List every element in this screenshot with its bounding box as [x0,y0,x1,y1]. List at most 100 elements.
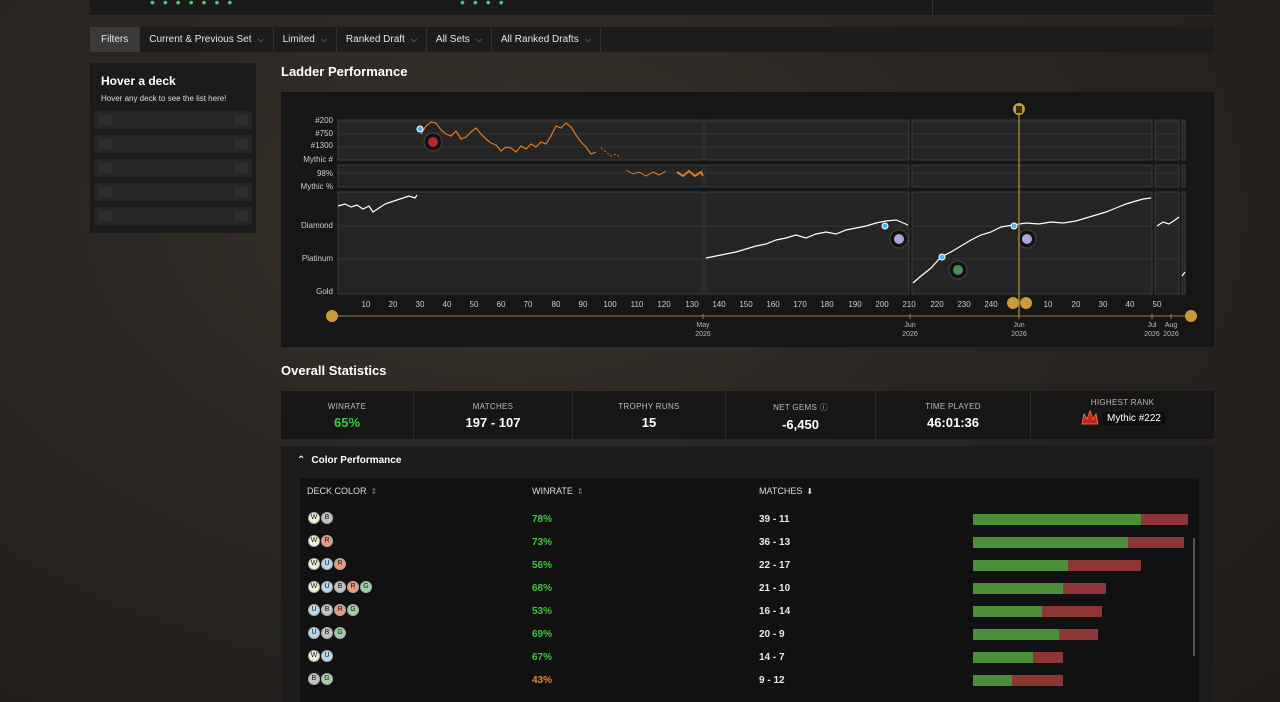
filters-button[interactable]: Filters [90,27,141,52]
deck-color-pips: UBG [308,627,347,639]
table-row[interactable]: W U R 56% 22 - 17 [300,554,1192,577]
timeline-year-label: 2026 [902,331,918,338]
chart-panel-bg [1154,191,1180,295]
deck-placeholder-row [94,111,252,129]
row-matches: 22 - 17 [759,560,791,571]
mana-w-icon: W [308,650,320,662]
x-tick-label: 190 [848,300,862,309]
deck-color-pips: UBRG [308,604,360,616]
chart-panel-bg [337,191,704,295]
decorative-dots: •••• [460,0,512,10]
mana-g-icon: G [360,581,372,593]
losses-segment [1059,629,1098,640]
mythic-rank-icon [1081,410,1099,425]
wins-segment [973,560,1068,571]
winloss-bar [973,583,1107,594]
mana-b-icon: B [308,673,320,685]
sort-icon: ⇕ [370,487,378,496]
deck-placeholder-row [94,159,252,177]
wins-segment [973,652,1034,663]
x-tick-label: 80 [552,300,561,309]
filter-drafts[interactable]: All Ranked Drafts ⌵ [492,27,601,52]
timeline-month-label: Jun [1013,322,1024,329]
deck-color-pips: WUBRG [308,581,373,593]
row-winrate: 67% [532,652,553,663]
data-point-dot [1010,222,1018,230]
deck-marker-emblem [1022,234,1032,244]
table-row[interactable]: B G 43% 9 - 12 [300,669,1192,692]
table-scrollbar[interactable] [1193,538,1195,656]
chart-panel-bg [704,119,910,161]
mana-r-icon: R [321,535,333,547]
stat-label: WINRATE [327,402,367,411]
stat-value: 197 - 107 [465,415,521,430]
table-row[interactable]: W U 67% 14 - 7 [300,646,1192,669]
stat-time-played: TIME PLAYED 46:01:36 [876,391,1031,439]
cursor-handle-glyph [1016,106,1022,113]
mana-b-icon: B [321,627,333,639]
sort-desc-icon: ⬇ [806,487,814,496]
x-tick-label: 120 [657,300,671,309]
table-row[interactable]: W B 78% 39 - 11 [300,508,1192,531]
header-winrate[interactable]: WINRATE ⇕ [532,486,584,496]
x-tick-label: 90 [579,300,588,309]
x-tick-label: 10 [1044,300,1053,309]
x-tick-label: 140 [712,300,726,309]
filter-sets[interactable]: All Sets ⌵ [427,27,492,52]
chart-panel-bg [1154,119,1180,161]
winloss-bar [973,652,1064,663]
x-tick-label: 240 [984,300,998,309]
rank-badge: Mythic #222 [1080,410,1165,426]
ladder-chart[interactable]: #200 #750 #1300 Mythic # 98% Mythic % Diamond P… [281,92,1214,347]
highest-rank-value: Mythic #222 [1103,411,1165,425]
deck-preview-subtitle: Hover any deck to see the list here! [101,94,227,103]
color-performance-toggle[interactable]: ⌃ Color Performance [297,455,401,466]
color-performance-table: DECK COLOR ⇕ WINRATE ⇕ MATCHES ⬇ W B 78% 39 - … [300,478,1199,702]
x-tick-label: 180 [820,300,834,309]
x-tick-label: 230 [957,300,971,309]
timeline-marker-icon [1007,297,1019,309]
timeline-end-handle-icon [1185,310,1197,322]
deck-preview-title: Hover a deck [101,74,176,88]
mana-u-icon: U [321,650,333,662]
deck-marker-emblem [428,137,438,147]
wins-segment [973,537,1128,548]
deck-placeholder-row [94,183,252,201]
timeline-marker-icon [1020,297,1032,309]
row-matches: 36 - 13 [759,537,791,548]
y-label: #200 [315,116,333,125]
filter-format[interactable]: Limited ⌵ [274,27,337,52]
mana-w-icon: W [308,535,320,547]
header-matches[interactable]: MATCHES ⬇ [759,486,813,496]
mana-w-icon: W [308,512,320,524]
chart-panel-bg [337,164,704,188]
table-row[interactable]: W R 73% 36 - 13 [300,531,1192,554]
sort-icon: ⇕ [576,487,584,496]
table-row[interactable]: U B R G 53% 16 - 14 [300,600,1192,623]
timeline-start-handle-icon [326,310,338,322]
filter-format-label: Limited [282,34,315,45]
x-tick-label: 50 [1153,300,1162,309]
table-row[interactable]: W U B R G 68% 21 - 10 [300,577,1192,600]
row-winrate: 78% [532,514,553,525]
wins-segment [973,629,1059,640]
filter-set[interactable]: Current & Previous Set ⌵ [140,27,274,52]
mana-g-icon: G [334,627,346,639]
deck-color-pips: WU [308,650,334,662]
table-row[interactable]: U B G 69% 20 - 9 [300,623,1192,646]
deck-placeholder-list [90,111,256,225]
divider [932,0,933,16]
losses-segment [1011,675,1064,686]
x-tick-label: 30 [416,300,425,309]
chart-panel-bg [1181,191,1186,295]
losses-segment [1041,606,1102,617]
header-deck-color[interactable]: DECK COLOR ⇕ [307,486,377,496]
chart-panel-bg [1154,164,1180,188]
overall-title: Overall Statistics [281,363,387,378]
chart-panel-bg [1181,164,1186,188]
x-tick-label: 70 [524,300,533,309]
stat-highest-rank: HIGHEST RANK Mythic #222 [1031,391,1214,439]
row-matches: 9 - 12 [759,675,785,686]
deck-color-pips: WR [308,535,334,547]
filter-queue[interactable]: Ranked Draft ⌵ [337,27,427,52]
